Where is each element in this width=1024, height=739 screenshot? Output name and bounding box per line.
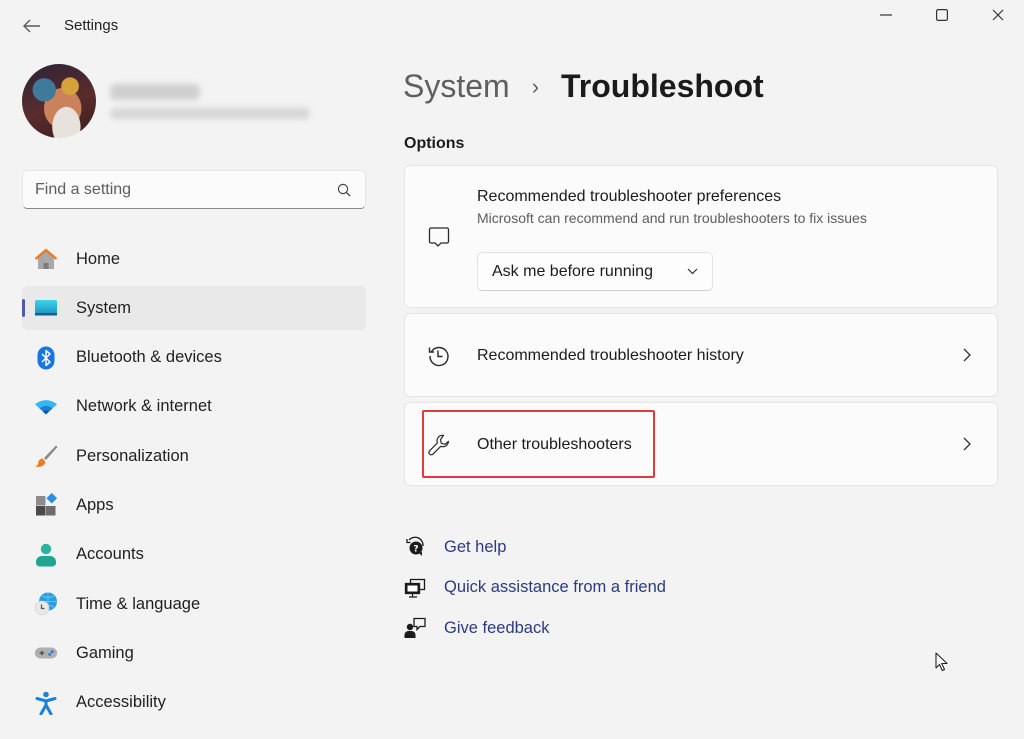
close-icon bbox=[992, 9, 1004, 21]
sidebar-item-label: Accounts bbox=[76, 545, 144, 564]
sidebar-item-accounts[interactable]: Accounts bbox=[22, 533, 366, 577]
link-label: Give feedback bbox=[444, 618, 550, 637]
dropdown-value: Ask me before running bbox=[492, 262, 653, 280]
sidebar-item-label: System bbox=[76, 298, 132, 317]
app-title: Settings bbox=[64, 17, 119, 34]
card-description: Microsoft can recommend and run troubles… bbox=[477, 210, 867, 226]
wrench-icon bbox=[427, 433, 451, 457]
avatar bbox=[22, 64, 96, 138]
remote-assist-icon bbox=[404, 577, 426, 599]
sidebar-item-label: Home bbox=[76, 249, 121, 268]
other-troubleshooters-card[interactable]: Other troubleshooters bbox=[404, 402, 998, 486]
sidebar-item-label: Network & internet bbox=[76, 397, 212, 416]
sidebar-item-apps[interactable]: Apps bbox=[22, 483, 366, 527]
sidebar-item-home[interactable]: Home bbox=[22, 237, 366, 281]
chevron-right-icon bbox=[959, 435, 975, 453]
svg-text:?: ? bbox=[413, 545, 418, 555]
user-profile[interactable] bbox=[22, 64, 310, 138]
sidebar-item-label: Time & language bbox=[76, 594, 201, 613]
profile-name-blurred bbox=[110, 83, 200, 100]
help-links: ? Get help Quick assistance from a frien… bbox=[404, 527, 666, 649]
search-input[interactable] bbox=[35, 180, 335, 199]
card-title: Recommended troubleshooter history bbox=[477, 347, 744, 364]
get-help-link[interactable]: ? Get help bbox=[404, 527, 666, 568]
chat-bubble-icon bbox=[427, 226, 451, 250]
sidebar-item-label: Personalization bbox=[76, 446, 189, 465]
account-icon bbox=[34, 543, 58, 567]
sidebar-item-label: Accessibility bbox=[76, 693, 166, 712]
breadcrumb-separator: › bbox=[531, 73, 540, 99]
help-icon: ? bbox=[404, 536, 426, 558]
chevron-down-icon bbox=[687, 268, 698, 275]
sidebar-item-gaming[interactable]: Gaming bbox=[22, 631, 366, 675]
give-feedback-link[interactable]: Give feedback bbox=[404, 608, 666, 649]
search-box[interactable] bbox=[22, 170, 366, 209]
card-title: Other troubleshooters bbox=[477, 436, 632, 453]
apps-icon bbox=[34, 493, 58, 517]
troubleshooter-preference-dropdown[interactable]: Ask me before running bbox=[477, 252, 713, 291]
back-button[interactable] bbox=[20, 14, 44, 38]
troubleshooter-history-card[interactable]: Recommended troubleshooter history bbox=[404, 313, 998, 397]
feedback-icon bbox=[404, 617, 426, 639]
globe-clock-icon bbox=[34, 592, 58, 616]
sidebar-item-label: Gaming bbox=[76, 643, 134, 662]
breadcrumb-parent[interactable]: System bbox=[403, 68, 510, 105]
back-arrow-icon bbox=[23, 19, 40, 33]
sidebar-item-time-language[interactable]: Time & language bbox=[22, 582, 366, 626]
minimize-button[interactable] bbox=[858, 0, 914, 30]
history-icon bbox=[427, 344, 451, 368]
section-title: Options bbox=[404, 135, 465, 152]
breadcrumb: System › Troubleshoot bbox=[403, 68, 764, 105]
sidebar-item-accessibility[interactable]: Accessibility bbox=[22, 681, 366, 725]
page-title: Troubleshoot bbox=[561, 68, 764, 104]
bluetooth-icon bbox=[34, 346, 58, 370]
sidebar-item-label: Apps bbox=[76, 495, 114, 514]
sidebar-nav: Home System Bluetooth & devices Network … bbox=[22, 237, 366, 730]
profile-email-blurred bbox=[110, 107, 310, 119]
search-icon[interactable] bbox=[335, 181, 353, 199]
close-button[interactable] bbox=[970, 0, 1024, 30]
troubleshooter-preferences-card: Recommended troubleshooter preferences M… bbox=[404, 165, 998, 308]
wifi-icon bbox=[34, 395, 58, 419]
gamepad-icon bbox=[34, 641, 58, 665]
card-title: Recommended troubleshooter preferences bbox=[477, 188, 782, 205]
link-label: Get help bbox=[444, 537, 507, 556]
maximize-icon bbox=[936, 9, 948, 21]
sidebar-item-system[interactable]: System bbox=[22, 286, 366, 331]
accessibility-icon bbox=[34, 691, 58, 715]
minimize-icon bbox=[880, 14, 892, 16]
maximize-button[interactable] bbox=[914, 0, 970, 30]
brush-icon bbox=[34, 444, 58, 468]
system-icon bbox=[34, 296, 58, 320]
title-bar: Settings bbox=[0, 0, 1024, 50]
sidebar-item-network[interactable]: Network & internet bbox=[22, 385, 366, 429]
chevron-right-icon bbox=[959, 346, 975, 364]
sidebar-item-personalization[interactable]: Personalization bbox=[22, 434, 366, 478]
home-icon bbox=[34, 247, 58, 271]
sidebar-item-bluetooth[interactable]: Bluetooth & devices bbox=[22, 336, 366, 380]
mouse-cursor-icon bbox=[935, 652, 949, 677]
link-label: Quick assistance from a friend bbox=[444, 578, 666, 597]
quick-assistance-link[interactable]: Quick assistance from a friend bbox=[404, 568, 666, 609]
sidebar-item-label: Bluetooth & devices bbox=[76, 348, 222, 367]
